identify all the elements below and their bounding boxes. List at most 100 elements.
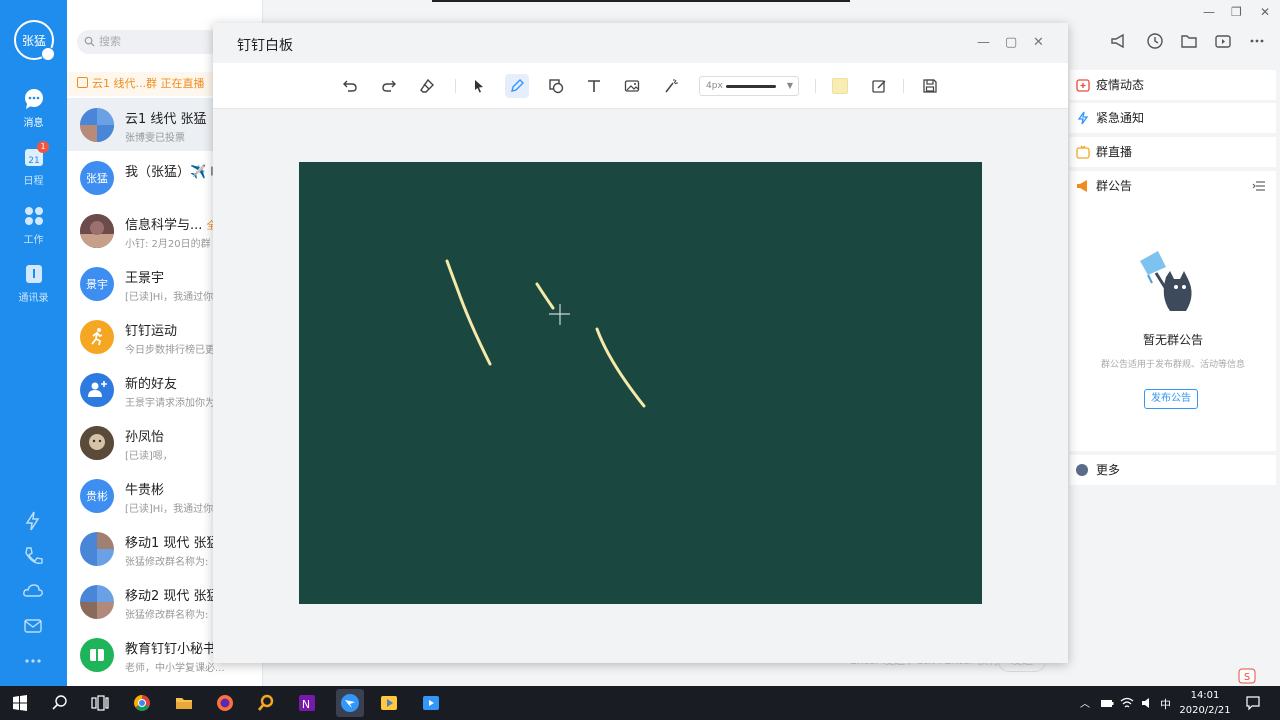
publish-announcement-button[interactable]: 发布公告 (1144, 389, 1198, 409)
nav-calendar[interactable]: 21 1 日程 (0, 141, 67, 187)
more-dots-icon (1076, 464, 1088, 476)
toolbar-divider (455, 79, 456, 93)
search-tool-icon[interactable] (256, 693, 276, 713)
select-button[interactable] (467, 74, 491, 98)
avatar: 张猛 (80, 161, 114, 195)
conversation-preview: 王景宇请求添加你为 (125, 398, 215, 409)
announcement-icon[interactable] (1110, 32, 1128, 50)
group-avatar (80, 585, 114, 619)
wifi-icon[interactable] (1120, 696, 1134, 710)
minimize-icon[interactable]: — (977, 35, 990, 50)
firefox-icon[interactable] (215, 693, 235, 713)
more-button[interactable]: 更多 (1070, 455, 1276, 485)
tray-chevron-icon[interactable]: ︿ (1080, 695, 1090, 710)
conversation-name: 王景宇 (125, 271, 165, 286)
pen-button[interactable] (505, 74, 529, 98)
more-dots-icon[interactable] (22, 650, 44, 672)
close-icon[interactable]: ✕ (1033, 35, 1044, 50)
whiteboard-canvas[interactable] (299, 162, 982, 604)
redo-button[interactable] (377, 74, 401, 98)
ime-indicator[interactable]: 中 (1160, 696, 1171, 712)
whiteboard-title: 钉钉白板 (237, 38, 293, 54)
live-icon (77, 77, 88, 88)
pen-stroke (535, 282, 555, 310)
chrome-icon[interactable] (132, 693, 152, 713)
task-view-icon[interactable] (90, 693, 110, 713)
clock-date[interactable]: 2020/2/21 (1174, 705, 1236, 716)
epidemic-news[interactable]: 疫情动态 (1070, 70, 1276, 100)
whiteboard-titlebar[interactable]: 钉钉白板 — ▢ ✕ (213, 23, 1068, 63)
pen-color-swatch[interactable] (832, 78, 848, 94)
conversation-name: 云1 线代 张猛 (125, 112, 207, 127)
more-label: 更多 (1096, 463, 1121, 477)
conversation-name: 新的好友 (125, 377, 178, 392)
phone-icon[interactable] (22, 545, 44, 567)
eraser-icon (420, 78, 434, 93)
nav-messages[interactable]: 消息 (0, 88, 67, 129)
live-video-icon[interactable] (1214, 32, 1232, 50)
text-button[interactable] (582, 74, 606, 98)
windows-start-icon[interactable] (10, 693, 30, 713)
empty-title: 暂无群公告 (1142, 333, 1203, 347)
svg-text:S: S (1244, 672, 1250, 683)
running-icon (91, 328, 103, 346)
conversation-preview: [已读]Hi，我通过你 (125, 504, 214, 515)
urgent-notice-label: 紧急通知 (1096, 111, 1145, 125)
folder-icon[interactable] (1180, 32, 1198, 50)
live-app-icon[interactable] (421, 693, 441, 713)
list-icon[interactable] (1252, 180, 1266, 192)
history-icon[interactable] (1146, 32, 1164, 50)
svg-text:21: 21 (28, 156, 39, 166)
my-avatar[interactable]: 张猛 (14, 20, 55, 61)
contacts-icon (25, 265, 42, 283)
dingtalk-taskbar-item[interactable] (336, 689, 364, 717)
close-icon[interactable]: ✕ (1260, 6, 1272, 18)
add-user-icon (88, 381, 107, 397)
eraser-button[interactable] (415, 74, 439, 98)
note-button[interactable] (867, 74, 891, 98)
ime-sogou-icon[interactable]: S (1238, 668, 1256, 684)
clock-time[interactable]: 14:01 (1180, 690, 1230, 701)
toolbar-divider (815, 79, 816, 93)
maximize-icon[interactable]: ▢ (1005, 35, 1017, 50)
flash-icon[interactable] (22, 510, 44, 532)
stroke-preview (726, 85, 776, 88)
minimize-icon[interactable]: — (1203, 6, 1215, 18)
background-window-edge (432, 0, 850, 2)
group-avatar (80, 532, 114, 566)
conversation-preview: 今日步数排行榜已更 (125, 345, 215, 356)
search-icon (84, 36, 95, 47)
laser-pointer-button[interactable] (659, 74, 683, 98)
media-player-icon[interactable] (379, 693, 399, 713)
more-icon[interactable] (1248, 32, 1266, 50)
search-icon[interactable] (50, 693, 70, 713)
avatar: 贵彬 (80, 479, 114, 513)
cloud-icon[interactable] (22, 580, 44, 602)
conversation-preview: 张猛修改群名称为: (125, 610, 209, 621)
battery-icon[interactable] (1100, 697, 1114, 709)
restore-icon[interactable]: ❐ (1231, 6, 1243, 18)
nav-work[interactable]: 工作 (0, 205, 67, 246)
nav-messages-label: 消息 (23, 118, 44, 129)
image-icon (624, 80, 640, 92)
tv-icon (1076, 145, 1090, 159)
urgent-notice[interactable]: 紧急通知 (1070, 103, 1276, 133)
live-banner-text: 云1 线代...群 正在直播 (92, 77, 205, 90)
dingtalk-icon (341, 694, 359, 712)
empty-illustration (1140, 251, 1192, 311)
file-explorer-icon[interactable] (174, 693, 194, 713)
avatar (80, 426, 114, 460)
lightning-icon (1077, 111, 1089, 125)
volume-icon[interactable] (1140, 696, 1154, 710)
stroke-size-select[interactable]: 4px ▼ (699, 76, 799, 96)
shape-button[interactable] (544, 74, 568, 98)
mail-icon[interactable] (22, 615, 44, 637)
group-live[interactable]: 群直播 (1070, 137, 1276, 167)
status-icon (41, 47, 55, 61)
onenote-icon[interactable]: N (297, 693, 317, 713)
nav-contacts[interactable]: 通讯录 (0, 263, 67, 304)
undo-button[interactable] (338, 74, 362, 98)
notification-icon[interactable] (1245, 695, 1261, 711)
save-button[interactable] (918, 74, 942, 98)
image-button[interactable] (620, 74, 644, 98)
